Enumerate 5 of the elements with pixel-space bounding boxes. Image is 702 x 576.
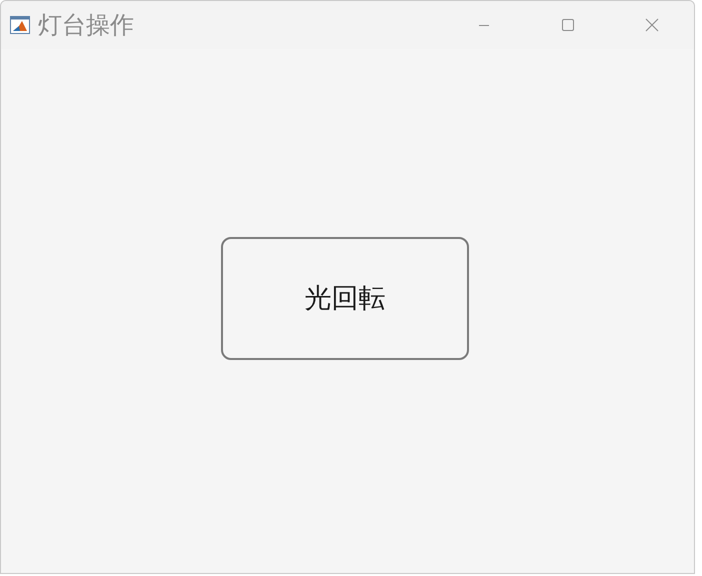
maximize-icon xyxy=(562,19,574,31)
rotate-light-button[interactable]: 光回転 xyxy=(221,236,469,360)
app-icon xyxy=(10,16,30,34)
window-title: 灯台操作 xyxy=(38,13,134,37)
close-icon xyxy=(645,18,659,32)
